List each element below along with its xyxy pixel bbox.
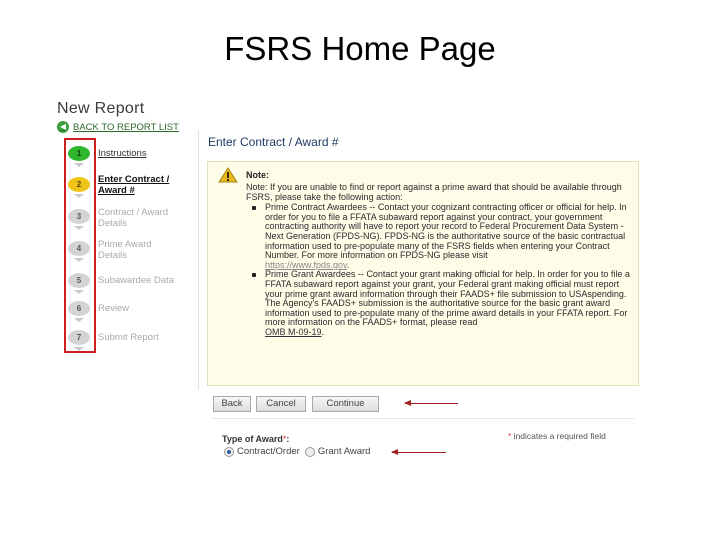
step-connector-icon — [74, 163, 84, 167]
note-item-suffix: . — [346, 259, 350, 270]
contract-order-label[interactable]: Contract/Order — [237, 446, 300, 457]
step-label: Instructions — [98, 148, 147, 159]
fpds-link[interactable]: https://www.fpds.gov — [265, 260, 347, 270]
back-button[interactable]: Back — [213, 396, 251, 412]
step-7-label: Submit Report — [98, 332, 159, 343]
horizontal-divider — [212, 418, 634, 419]
step-connector-icon — [74, 318, 84, 322]
step-2-badge: 2 — [68, 177, 90, 192]
step-5-badge: 5 — [68, 273, 90, 288]
note-list: Prime Contract Awardees -- Contact your … — [246, 202, 631, 337]
page-heading: New Report — [57, 100, 145, 117]
contract-order-radio[interactable] — [224, 446, 234, 457]
annotation-arrow-icon — [404, 400, 458, 406]
step-7-badge: 7 — [68, 330, 90, 345]
note-heading: Note: — [246, 170, 269, 180]
continue-button[interactable]: Continue — [312, 396, 379, 412]
step-4-label: Prime Award Details — [98, 239, 152, 261]
step-connector-icon — [74, 347, 84, 351]
step-4-badge: 4 — [68, 241, 90, 256]
cancel-button[interactable]: Cancel — [256, 396, 306, 412]
step-connector-icon — [74, 194, 84, 198]
section-title: Enter Contract / Award # — [208, 135, 339, 149]
back-arrow-icon: ◀ — [57, 121, 69, 133]
step-3-badge: 3 — [68, 209, 90, 224]
step-label: Contract / Award — [98, 207, 169, 218]
step-connector-icon — [74, 258, 84, 262]
step-6-badge: 6 — [68, 301, 90, 316]
slide-title: FSRS Home Page — [224, 30, 496, 67]
step-connector-icon — [74, 226, 84, 230]
required-field-note: * indicates a required field — [508, 431, 606, 441]
step-1-link[interactable]: Instructions — [98, 148, 147, 159]
award-type-radio-group: Contract/Order Grant Award — [224, 446, 375, 457]
step-label: Award # — [98, 185, 135, 196]
note-intro: Note: If you are unable to find or repor… — [246, 182, 622, 202]
note-item-contract: Prime Contract Awardees -- Contact your … — [246, 202, 631, 270]
annotation-arrow-icon — [391, 449, 446, 455]
required-note-text: indicates a required field — [511, 431, 606, 441]
step-label: Enter Contract / — [98, 174, 170, 185]
step-3-label: Contract / Award Details — [98, 207, 168, 229]
step-label: Prime Award — [98, 239, 152, 250]
step-5-label: Subawardee Data — [98, 275, 175, 286]
note-item-suffix: . — [321, 326, 325, 337]
back-link-label: BACK TO REPORT LIST — [73, 121, 179, 133]
omb-memo-link[interactable]: OMB M-09-19 — [265, 327, 322, 337]
grant-award-label[interactable]: Grant Award — [318, 446, 371, 457]
step-connector-icon — [74, 290, 84, 294]
back-to-report-list-link[interactable]: ◀ BACK TO REPORT LIST — [57, 121, 179, 133]
note-item-grant: Prime Grant Awardees -- Contact your gra… — [246, 270, 631, 337]
note-item-text: Prime Contract Awardees -- Contact your … — [265, 202, 627, 261]
warning-icon — [218, 167, 238, 183]
label-colon: : — [286, 434, 290, 444]
step-2-link[interactable]: Enter Contract / Award # — [98, 174, 169, 196]
note-body: Note: If you are unable to find or repor… — [246, 182, 631, 338]
vertical-divider — [198, 130, 199, 390]
award-type-label-text: Type of Award — [222, 434, 283, 444]
step-label: Details — [98, 218, 128, 229]
grant-award-radio[interactable] — [304, 446, 315, 457]
step-1-badge: 1 — [68, 146, 90, 161]
step-6-label: Review — [98, 303, 130, 314]
award-type-label: Type of Award*: — [222, 434, 289, 444]
note-item-text: Prime Grant Awardees -- Contact your gra… — [265, 269, 630, 328]
step-label: Details — [98, 250, 128, 261]
